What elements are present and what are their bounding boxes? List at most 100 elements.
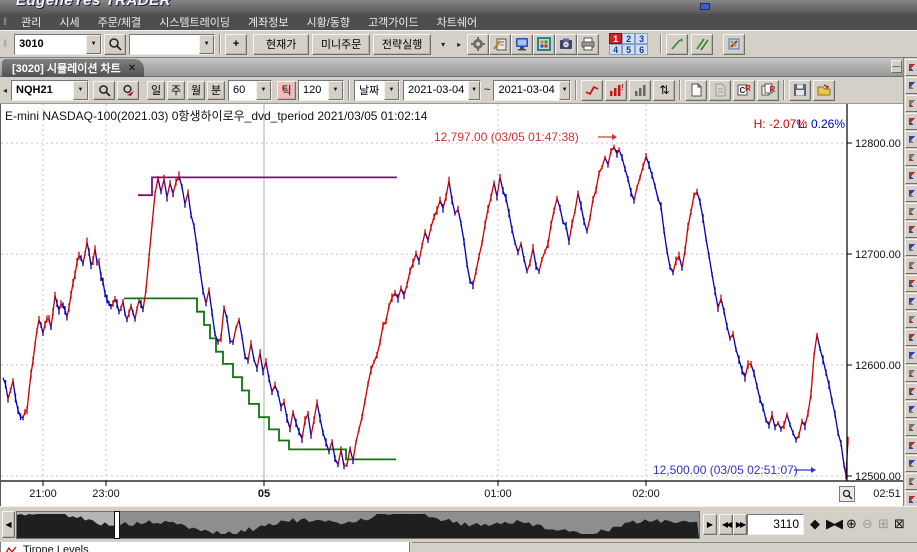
date-to-combo[interactable]: 2021-03-04 ▼ (493, 80, 571, 101)
menu-item-3[interactable]: 시스템트레이딩 (150, 14, 239, 30)
pages-refresh-button[interactable]: R (757, 80, 779, 101)
drawing-tool-button-20[interactable] (905, 419, 917, 436)
minute-interval-combo[interactable]: 60 ▼ (228, 80, 272, 101)
zoom-in-icon[interactable]: ⊕ (846, 515, 857, 533)
period-tick-button[interactable]: 틱 (277, 81, 296, 100)
chevron-down-icon[interactable]: ▼ (256, 81, 271, 100)
copy-chart-button-disabled[interactable] (709, 80, 731, 101)
drawing-tool-button-16[interactable] (905, 347, 917, 364)
recent-symbol-button[interactable] (117, 81, 139, 100)
collapse-view-icon[interactable]: ▶◀ (826, 515, 840, 533)
menu-item-0[interactable]: 관리 (12, 14, 50, 30)
drawing-tool-button-18[interactable] (905, 383, 917, 400)
page-right-button[interactable]: ▶▶ (733, 514, 747, 535)
chevron-down-icon[interactable]: ▼ (384, 81, 399, 100)
toolbar-more-icon[interactable]: ▾ (441, 40, 445, 49)
menu-item-5[interactable]: 시황/동향 (298, 14, 360, 30)
drawing-tool-button-4[interactable] (905, 131, 917, 148)
drawing-tool-button-17[interactable] (905, 365, 917, 382)
drawing-tool-button-2[interactable] (905, 95, 917, 112)
drawing-tool-button-21[interactable] (905, 437, 917, 454)
chart-tools-button[interactable] (723, 34, 745, 55)
period-minute-button[interactable]: 분 (207, 81, 225, 100)
drawing-tool-button-19[interactable] (905, 401, 917, 418)
drawing-tool-button-14[interactable] (905, 311, 917, 328)
symbol-name-combo[interactable]: ▼ (129, 34, 215, 55)
symbol-combo[interactable]: NQH21 ▼ (11, 80, 89, 101)
price-chart[interactable]: 12800.0012700.0012600.0012500.0021:0023:… (1, 104, 904, 506)
drawing-tool-button-9[interactable] (905, 221, 917, 238)
screen-number-combo[interactable]: 3010 ▼ (14, 34, 102, 55)
menu-item-7[interactable]: 차트쉐어 (428, 14, 486, 30)
tick-interval-combo[interactable]: 120 ▼ (298, 80, 344, 101)
chevron-down-icon[interactable]: ▼ (328, 81, 343, 100)
screenshot-button[interactable] (555, 34, 577, 55)
drawing-tool-button-10[interactable] (905, 239, 917, 256)
navigator-handle[interactable] (114, 511, 120, 539)
chart-refresh-button[interactable]: CR (733, 80, 755, 101)
bar-chart-type-button[interactable] (629, 80, 651, 101)
bar-count-input[interactable]: 3110 (747, 514, 804, 535)
drawing-tool-button-23[interactable] (905, 473, 917, 490)
search-button[interactable] (104, 34, 126, 55)
grid-view-icon[interactable]: ⊞ (878, 515, 889, 533)
drawing-tool-button-8[interactable] (905, 203, 917, 220)
chevron-down-icon[interactable]: ▼ (73, 81, 88, 100)
chevron-down-icon[interactable]: ▼ (559, 81, 571, 100)
screen-layout-button[interactable] (533, 34, 555, 55)
quick-slot-4[interactable]: 4 (609, 44, 622, 55)
menu-item-2[interactable]: 주문/체결 (89, 14, 151, 30)
sort-updown-button[interactable]: ⇅ (653, 80, 675, 101)
chevron-down-icon[interactable]: ▼ (468, 81, 480, 100)
drawing-tool-button-1[interactable] (905, 77, 917, 94)
drawing-tool-button-6[interactable] (905, 167, 917, 184)
date-mode-combo[interactable]: 날짜 ▼ (354, 80, 400, 101)
scroll-right-button[interactable]: ▶ (703, 514, 717, 535)
quick-slot-1[interactable]: 1 (609, 33, 622, 44)
add-button[interactable]: + (225, 34, 247, 55)
tab-simulation-chart[interactable]: [3020] 시뮬레이션 차트 ✕ (2, 59, 144, 77)
quick-slot-2[interactable]: 2 (622, 33, 635, 44)
drawing-tool-button-7[interactable] (905, 185, 917, 202)
order-memo-button[interactable] (489, 34, 511, 55)
drawing-tool-button-22[interactable] (905, 455, 917, 472)
print-button[interactable] (577, 34, 599, 55)
chart-region[interactable]: 12800.0012700.0012600.0012500.0021:0023:… (0, 104, 903, 506)
collapse-icon[interactable]: ◂ (3, 86, 7, 95)
drawing-tool-button-0[interactable] (905, 59, 917, 76)
line-chart-type-button[interactable] (581, 80, 603, 101)
parallel-lines-button[interactable] (691, 34, 713, 55)
quick-slot-3[interactable]: 3 (635, 33, 648, 44)
expand-view-icon[interactable]: ◆ (810, 515, 820, 533)
open-button[interactable] (813, 80, 835, 101)
current-price-button[interactable]: 현재가 (253, 34, 309, 55)
minimize-button[interactable]: — (891, 60, 902, 73)
scroll-left-button[interactable]: ◀ (2, 511, 15, 538)
settings-button[interactable] (467, 34, 489, 55)
chevron-down-icon[interactable]: ▼ (86, 35, 101, 54)
zoom-out-icon[interactable]: ⊖ (862, 515, 873, 533)
drawing-tool-button-3[interactable] (905, 113, 917, 130)
volume-alert-button[interactable]: ! (605, 80, 627, 101)
drawing-tool-button-13[interactable] (905, 293, 917, 310)
drawing-tool-button-5[interactable] (905, 149, 917, 166)
close-panel-icon[interactable]: ⊠ (894, 515, 905, 533)
drawing-tool-button-11[interactable] (905, 257, 917, 274)
indicator-item-tirone-levels[interactable]: Tirone Levels (1, 543, 409, 552)
menu-item-1[interactable]: 시세 (50, 14, 88, 30)
quick-slot-6[interactable]: 6 (635, 44, 648, 55)
toolbar-overflow-icon[interactable]: ▸ (457, 40, 461, 49)
save-button[interactable] (789, 80, 811, 101)
symbol-search-button[interactable] (93, 81, 115, 100)
strategy-run-button[interactable]: 전략실행 (373, 34, 431, 55)
page-left-button[interactable]: ◀◀ (719, 514, 733, 535)
axis-zoom-button[interactable] (839, 486, 855, 502)
period-month-button[interactable]: 월 (187, 81, 205, 100)
period-day-button[interactable]: 일 (147, 81, 165, 100)
trendline-add-button[interactable] (666, 34, 688, 55)
date-from-combo[interactable]: 2021-03-04 ▼ (403, 80, 481, 101)
close-icon[interactable]: ✕ (128, 63, 136, 74)
period-week-button[interactable]: 주 (167, 81, 185, 100)
monitor-button[interactable] (511, 34, 533, 55)
chevron-down-icon[interactable]: ▼ (199, 35, 214, 54)
